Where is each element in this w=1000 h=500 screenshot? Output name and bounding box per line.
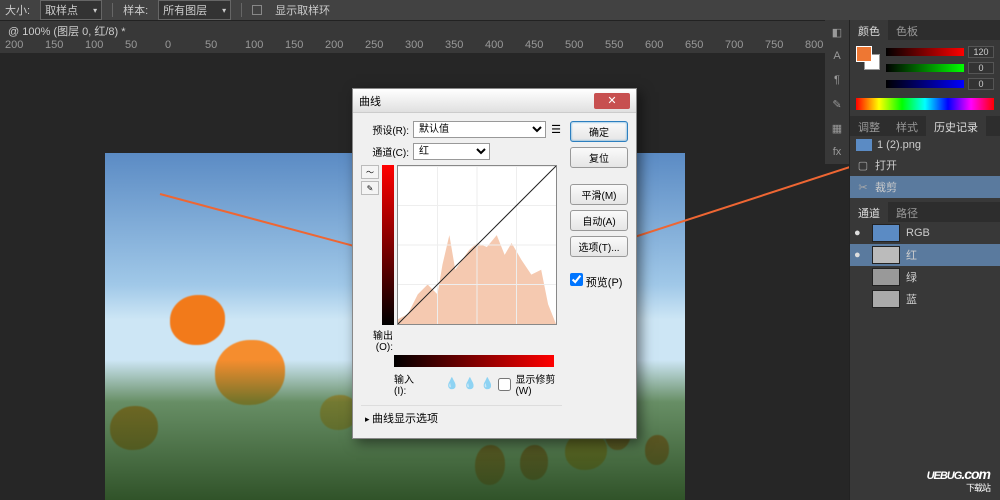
ok-button[interactable]: 确定 xyxy=(570,121,628,142)
panel-dock-icons: ◧ A ¶ ✎ ▦ fx xyxy=(825,20,849,164)
curve-line xyxy=(398,166,556,324)
curves-dialog: 曲线 ✕ 预设(R):默认值☰ 通道(C):红 〜 ✎ xyxy=(352,88,637,439)
channel-blue[interactable]: 蓝 xyxy=(850,288,1000,310)
green-input[interactable] xyxy=(968,62,994,74)
swatches-icon[interactable]: ▦ xyxy=(825,116,849,140)
red-slider[interactable] xyxy=(886,48,964,56)
curves-graph[interactable] xyxy=(397,165,557,325)
output-label: 输出(O): xyxy=(361,327,393,353)
red-input[interactable] xyxy=(968,46,994,58)
visibility-icon[interactable]: ● xyxy=(854,249,866,261)
curve-display-options[interactable]: 曲线显示选项 xyxy=(361,405,562,430)
history-tabs: 调整 样式 历史记录 xyxy=(850,116,1000,136)
sample-label: 样本: xyxy=(123,2,148,18)
channels-panel: ●RGB ●红 绿 蓝 xyxy=(850,222,1000,310)
blue-slider[interactable] xyxy=(886,80,964,88)
preset-select[interactable]: 默认值 xyxy=(413,121,546,138)
curve-draw-tool[interactable]: ✎ xyxy=(361,181,379,195)
close-icon[interactable]: ✕ xyxy=(594,93,630,109)
open-icon: ▢ xyxy=(856,159,870,171)
tab-channels[interactable]: 通道 xyxy=(850,202,888,222)
separator xyxy=(112,3,113,17)
visibility-icon[interactable]: ● xyxy=(854,227,866,239)
show-ring-checkbox[interactable] xyxy=(252,5,262,15)
spectrum-bar[interactable] xyxy=(856,98,994,110)
blue-input[interactable] xyxy=(968,78,994,90)
tab-color[interactable]: 颜色 xyxy=(850,20,888,40)
preview-label: 预览(P) xyxy=(586,277,623,289)
history-step-open[interactable]: ▢打开 xyxy=(850,154,1000,176)
show-clipping-checkbox[interactable] xyxy=(498,378,511,391)
history-icon[interactable]: ◧ xyxy=(825,20,849,44)
show-clipping-label: 显示修剪(W) xyxy=(515,371,562,397)
history-panel: 1 (2).png ▢打开 ✂裁剪 xyxy=(850,136,1000,202)
tab-paths[interactable]: 路径 xyxy=(888,202,926,222)
tab-history[interactable]: 历史记录 xyxy=(926,116,986,136)
options-button[interactable]: 选项(T)... xyxy=(570,236,628,257)
watermark: UEBUG.com 下载站 xyxy=(927,459,990,494)
tab-swatches[interactable]: 色板 xyxy=(888,20,926,40)
preset-label: 预设(R): xyxy=(361,122,409,137)
show-ring-label: 显示取样环 xyxy=(275,2,330,18)
channel-select[interactable]: 红 xyxy=(413,143,490,160)
curve-point-tool[interactable]: 〜 xyxy=(361,165,379,179)
channel-tabs: 通道 路径 xyxy=(850,202,1000,222)
dialog-titlebar[interactable]: 曲线 ✕ xyxy=(353,89,636,113)
color-tabs: 颜色 色板 xyxy=(850,20,1000,40)
eyedropper-black-icon[interactable]: 💧 xyxy=(445,377,459,391)
right-panels: 颜色 色板 调整 样式 历史记录 1 (2).png ▢打开 ✂裁剪 通道 路径… xyxy=(849,20,1000,500)
dialog-title: 曲线 xyxy=(359,93,381,109)
history-snapshot[interactable]: 1 (2).png xyxy=(850,136,1000,154)
crop-icon: ✂ xyxy=(856,181,870,193)
input-label: 输入(I): xyxy=(394,371,421,397)
fg-bg-swatch[interactable] xyxy=(856,46,880,70)
separator xyxy=(241,3,242,17)
history-step-crop[interactable]: ✂裁剪 xyxy=(850,176,1000,198)
channel-red[interactable]: ●红 xyxy=(850,244,1000,266)
preview-checkbox[interactable] xyxy=(570,273,583,286)
channel-label: 通道(C): xyxy=(361,144,409,159)
character-icon[interactable]: A xyxy=(825,44,849,68)
paragraph-icon[interactable]: ¶ xyxy=(825,68,849,92)
brush-icon[interactable]: ✎ xyxy=(825,92,849,116)
tab-adjustments[interactable]: 调整 xyxy=(850,116,888,136)
output-gradient xyxy=(382,165,394,325)
smooth-button[interactable]: 平滑(M) xyxy=(570,184,628,205)
auto-button[interactable]: 自动(A) xyxy=(570,210,628,231)
green-slider[interactable] xyxy=(886,64,964,72)
input-gradient xyxy=(394,355,554,367)
color-panel xyxy=(850,40,1000,116)
channel-green[interactable]: 绿 xyxy=(850,266,1000,288)
size-dropdown[interactable]: 取样点 xyxy=(40,0,102,20)
glyph-icon[interactable]: fx xyxy=(825,140,849,164)
sample-dropdown[interactable]: 所有图层 xyxy=(158,0,231,20)
tab-styles[interactable]: 样式 xyxy=(888,116,926,136)
thumbnail-icon xyxy=(856,139,872,151)
options-bar: 大小: 取样点 样本: 所有图层 显示取样环 xyxy=(0,0,1000,20)
channel-rgb[interactable]: ●RGB xyxy=(850,222,1000,244)
eyedropper-white-icon[interactable]: 💧 xyxy=(481,377,495,391)
cancel-button[interactable]: 复位 xyxy=(570,147,628,168)
eyedropper-gray-icon[interactable]: 💧 xyxy=(463,377,477,391)
size-label: 大小: xyxy=(5,2,30,18)
